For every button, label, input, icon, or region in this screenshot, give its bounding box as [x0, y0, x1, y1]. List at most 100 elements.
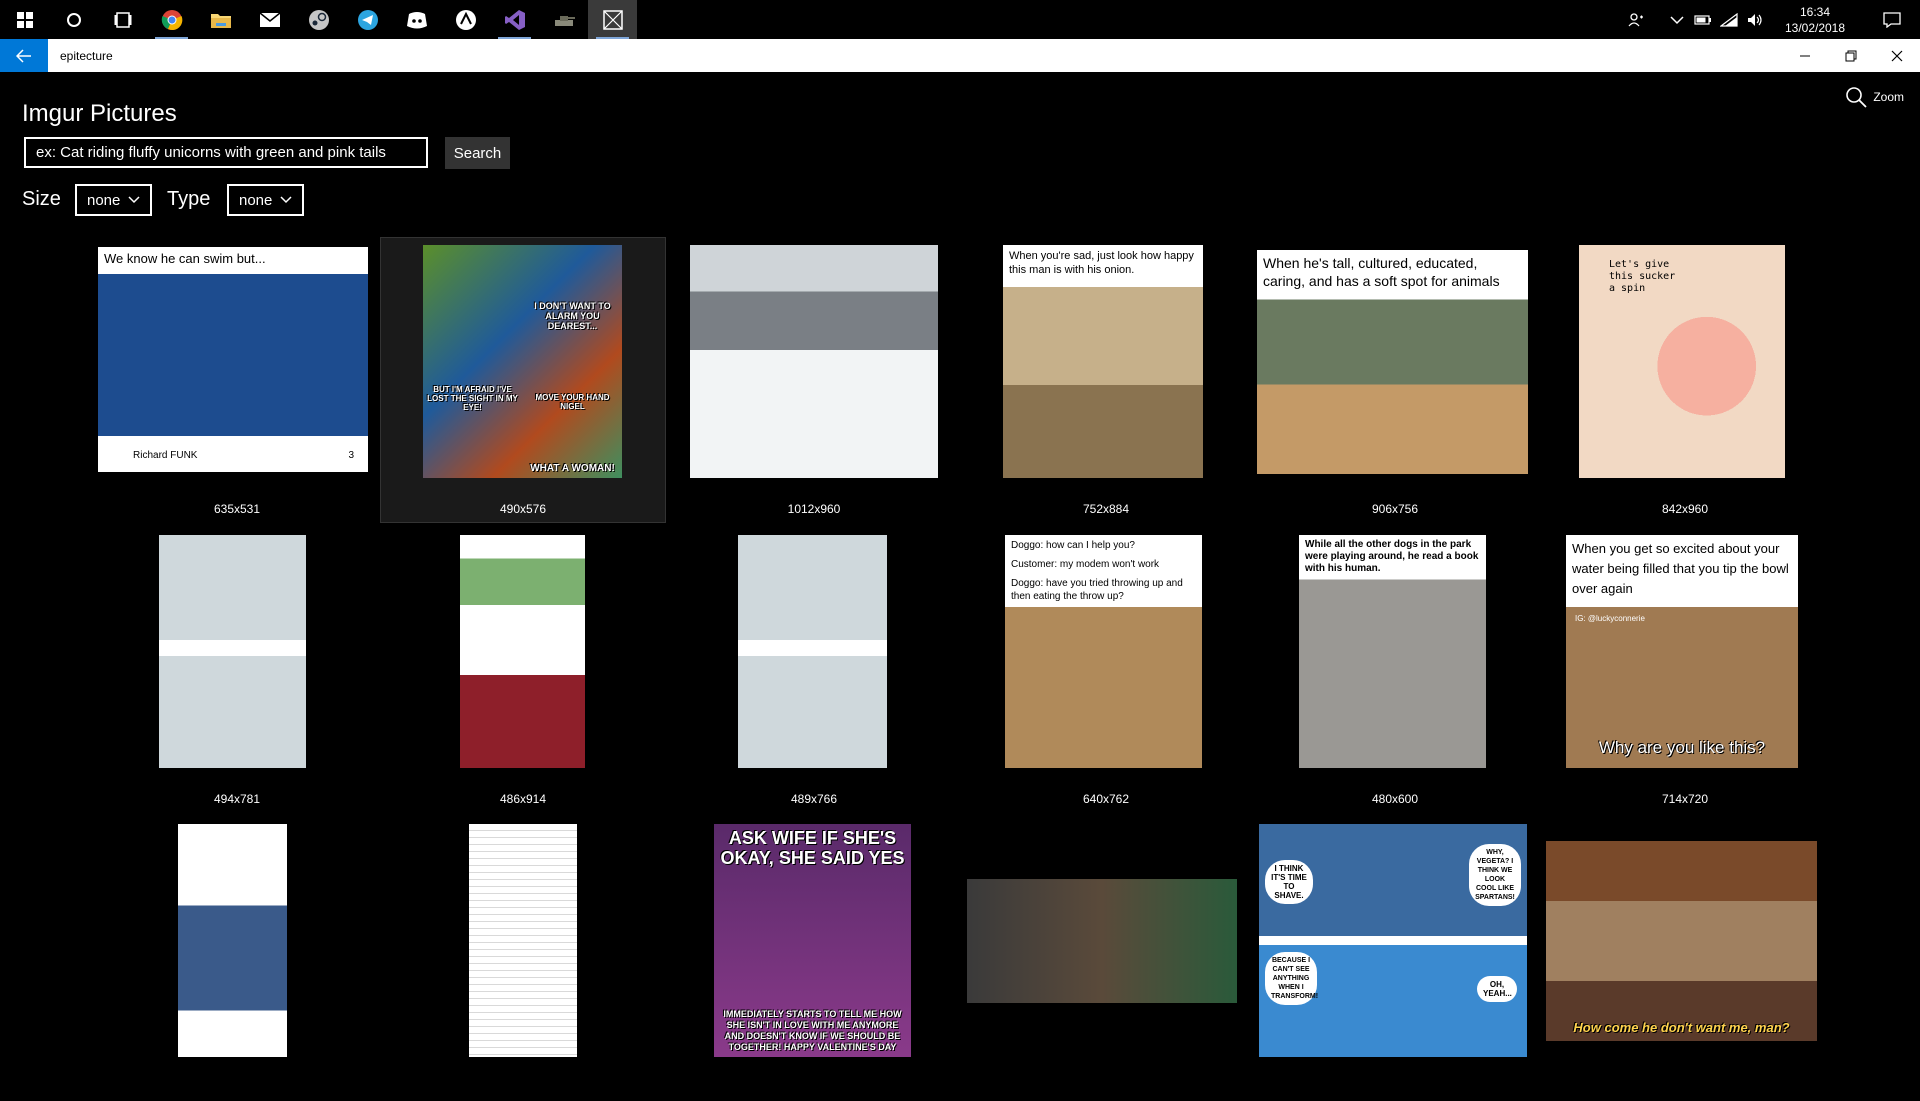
- image-caption-bottom: Why are you like this?: [1598, 738, 1766, 757]
- image-dimensions: 490x576: [499, 502, 547, 516]
- search-input[interactable]: [24, 137, 428, 168]
- type-dropdown-value: none: [239, 191, 273, 209]
- taskbar-clock[interactable]: 16:34 13/02/2018: [1774, 4, 1856, 36]
- image-tile[interactable]: Let's give this sucker a spin 842x960: [1543, 238, 1827, 522]
- clock-time: 16:34: [1799, 4, 1831, 19]
- mail-button[interactable]: [245, 0, 294, 39]
- close-icon: [1891, 50, 1903, 61]
- chevron-up-icon[interactable]: [1665, 0, 1689, 39]
- search-button[interactable]: Search: [445, 137, 510, 169]
- taskbar-apps: [0, 0, 637, 39]
- osu-button[interactable]: [441, 0, 490, 39]
- image-dimensions: 494x781: [213, 792, 261, 806]
- type-dropdown[interactable]: none: [227, 184, 304, 216]
- image-tile[interactable]: When you're sad, just look how happy thi…: [964, 238, 1248, 522]
- image-thumbnail: [690, 245, 938, 478]
- image-caption: OH, YEAH...: [1477, 976, 1517, 1002]
- image-thumbnail: When he's tall, cultured, educated, cari…: [1257, 250, 1528, 474]
- image-handle: IG: @luckyconnerie: [1575, 614, 1645, 623]
- image-tile[interactable]: 494x781: [95, 528, 379, 812]
- image-caption: I THINK IT'S TIME TO SHAVE.: [1265, 860, 1313, 904]
- image-thumbnail: When you get so excited about your water…: [1566, 535, 1798, 768]
- size-dropdown-value: none: [87, 191, 121, 209]
- image-tile[interactable]: Doggo: how can I help you? Customer: my …: [964, 528, 1248, 812]
- image-tile[interactable]: I THINK IT'S TIME TO SHAVE. WHY, VEGETA?…: [1253, 817, 1537, 1101]
- image-tile[interactable]: [381, 817, 665, 1101]
- back-button[interactable]: [0, 39, 48, 72]
- image-tile[interactable]: 1012x960: [672, 238, 956, 522]
- image-thumbnail: We know he can swim but... Richard FUNK …: [98, 247, 368, 472]
- image-thumbnail: [178, 824, 287, 1057]
- image-caption: BECAUSE I CAN'T SEE ANYTHING WHEN I TRAN…: [1265, 952, 1318, 1005]
- volume-icon[interactable]: [1743, 0, 1767, 39]
- image-caption-top: ASK WIFE IF SHE'S OKAY, SHE SAID YES: [720, 828, 905, 868]
- image-thumbnail: Let's give this sucker a spin: [1579, 245, 1785, 478]
- image-tile[interactable]: ASK WIFE IF SHE'S OKAY, SHE SAID YES IMM…: [672, 817, 956, 1101]
- task-view-button[interactable]: [98, 0, 147, 39]
- image-thumbnail: When you're sad, just look how happy thi…: [1003, 245, 1203, 478]
- zoom-button[interactable]: Zoom: [1845, 86, 1904, 108]
- battery-icon[interactable]: [1691, 0, 1715, 39]
- telegram-button[interactable]: [343, 0, 392, 39]
- image-tile[interactable]: While all the other dogs in the park wer…: [1253, 528, 1537, 812]
- search-circle-icon: [66, 12, 81, 27]
- clock-date: 13/02/2018: [1784, 20, 1846, 35]
- restore-button[interactable]: [1828, 39, 1874, 72]
- epitecture-taskbar-button[interactable]: [588, 0, 637, 39]
- image-caption: How come he don't want me, man?: [1573, 1020, 1790, 1035]
- image-tile[interactable]: 489x766: [672, 528, 956, 812]
- image-tile-selected[interactable]: I DON'T WANT TO ALARM YOU DEAREST... BUT…: [380, 237, 666, 523]
- close-button[interactable]: [1874, 39, 1920, 72]
- visual-studio-icon: [504, 9, 525, 30]
- chrome-button[interactable]: [147, 0, 196, 39]
- windows-icon: [16, 11, 33, 28]
- image-caption: When he's tall, cultured, educated, cari…: [1263, 255, 1500, 289]
- image-tile[interactable]: 486x914: [381, 528, 665, 812]
- arrow-left-icon: [16, 48, 31, 63]
- wifi-icon[interactable]: [1717, 0, 1741, 39]
- image-caption: BUT I'M AFRAID I'VE LOST THE SIGHT IN MY…: [427, 385, 518, 412]
- app-x-icon: [602, 9, 623, 30]
- people-icon[interactable]: [1624, 0, 1648, 39]
- image-subtext: Richard FUNK: [133, 450, 198, 461]
- image-tile[interactable]: [95, 817, 379, 1101]
- image-caption: WHY, VEGETA? I THINK WE LOOK COOL LIKE S…: [1469, 844, 1521, 906]
- image-caption: We know he can swim but...: [104, 251, 266, 266]
- image-tile[interactable]: How come he don't want me, man?: [1543, 817, 1827, 1101]
- steam-button[interactable]: [294, 0, 343, 39]
- visual-studio-button[interactable]: [490, 0, 539, 39]
- game-button[interactable]: [539, 0, 588, 39]
- task-view-icon: [114, 11, 131, 28]
- folder-icon: [210, 13, 231, 28]
- discord-button[interactable]: [392, 0, 441, 39]
- image-caption: I DON'T WANT TO ALARM YOU DEAREST...: [534, 301, 611, 331]
- chrome-icon: [161, 9, 182, 30]
- cortana-button[interactable]: [49, 0, 98, 39]
- image-tile[interactable]: When he's tall, cultured, educated, cari…: [1253, 238, 1537, 522]
- image-tile[interactable]: [964, 817, 1248, 1101]
- taskbar: 16:34 13/02/2018: [0, 0, 1920, 39]
- image-caption: MOVE YOUR HAND NIGEL: [535, 393, 610, 411]
- action-center-button[interactable]: [1870, 0, 1914, 39]
- size-dropdown[interactable]: none: [75, 184, 152, 216]
- image-dimensions: 752x884: [1082, 502, 1130, 516]
- title-bar: epitecture: [0, 39, 1920, 72]
- type-label: Type: [167, 188, 211, 210]
- image-score: 3: [348, 450, 354, 461]
- minimize-button[interactable]: [1782, 39, 1828, 72]
- page-title: Imgur Pictures: [22, 100, 177, 127]
- image-tile[interactable]: We know he can swim but... Richard FUNK …: [95, 238, 379, 522]
- windows-start-button[interactable]: [0, 0, 49, 39]
- image-thumbnail: Doggo: how can I help you? Customer: my …: [1005, 535, 1202, 768]
- image-dimensions: 640x762: [1082, 792, 1130, 806]
- main-content: Zoom Imgur Pictures Search Size none Typ…: [0, 72, 1920, 1080]
- image-thumbnail: [738, 535, 887, 768]
- window-controls: [1782, 39, 1920, 72]
- file-explorer-button[interactable]: [196, 0, 245, 39]
- image-tile[interactable]: When you get so excited about your water…: [1543, 528, 1827, 812]
- image-caption-bottom: IMMEDIATELY STARTS TO TELL ME HOW SHE IS…: [723, 1009, 902, 1052]
- notification-icon: [1883, 11, 1901, 28]
- osu-icon: [455, 9, 476, 30]
- image-caption: Customer: my modem won't work: [1011, 559, 1160, 570]
- minimize-icon: [1800, 55, 1810, 56]
